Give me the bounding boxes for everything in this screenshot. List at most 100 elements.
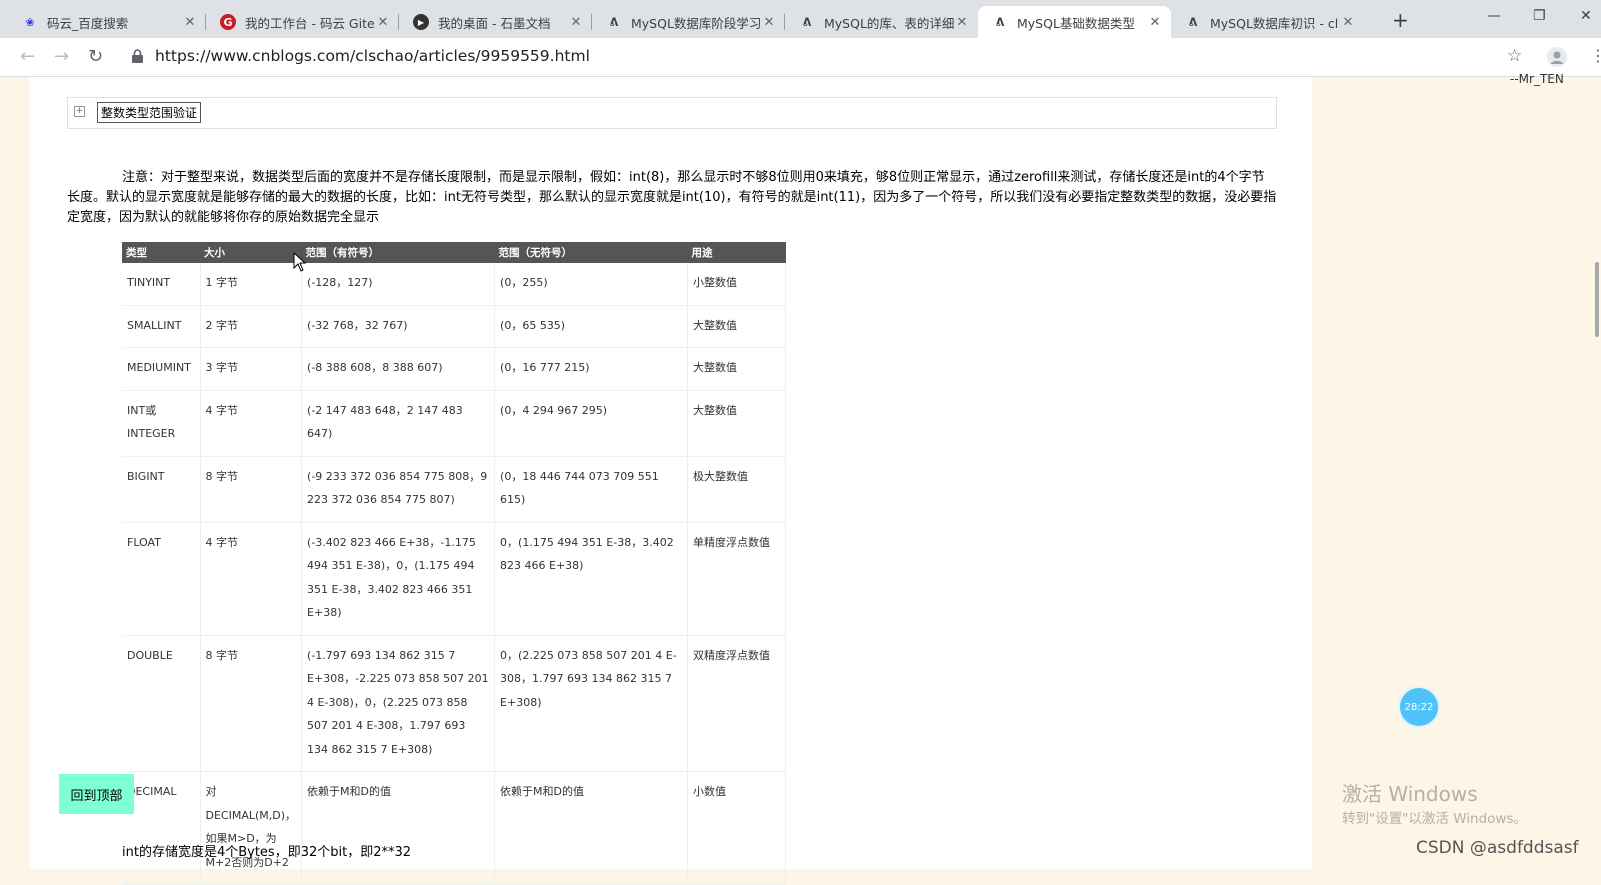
- integer-types-table: 类型 大小 范围（有符号） 范围（无符号） 用途 TINYINT 1 字节 (-…: [122, 242, 787, 885]
- url-path: /clschao/articles/9959559.html: [350, 47, 590, 65]
- table-cell: 单精度浮点数值: [687, 522, 787, 636]
- table-cell: 1 字节: [200, 263, 303, 306]
- profile-avatar-icon[interactable]: [1547, 47, 1567, 67]
- table-cell: (0，65 535): [494, 305, 689, 348]
- tab-strip: ❀ 码云_百度搜索 ✕ G 我的工作台 - 码云 Gitee ✕ ▶ 我的桌面 …: [0, 0, 1601, 38]
- menu-kebab-icon[interactable]: ⋮: [1590, 46, 1601, 65]
- tab-title: 码云_百度搜索: [47, 15, 129, 31]
- timer-badge[interactable]: 28:22: [1398, 686, 1440, 728]
- cnblogs-icon: ᕕ: [609, 15, 619, 29]
- table-cell: 2 字节: [200, 305, 303, 348]
- sidebar-author: --Mr_TEN: [1510, 72, 1564, 86]
- table-header-cell: 大小: [200, 242, 302, 263]
- table-cell: (-1.797 693 134 862 315 7 E+308，-2.225 0…: [301, 635, 496, 772]
- tab-baidu[interactable]: ❀ 码云_百度搜索 ✕: [8, 6, 206, 38]
- window-close-icon[interactable]: ✕: [1580, 8, 1592, 24]
- minimize-icon[interactable]: —: [1487, 8, 1501, 24]
- table-cell: (-9 233 372 036 854 775 808，9 223 372 03…: [301, 456, 496, 523]
- activate-windows-title: 激活 Windows: [1342, 782, 1478, 806]
- right-sidebar: [1312, 77, 1601, 869]
- reload-icon[interactable]: ↻: [88, 46, 103, 67]
- table-header-cell: 范围（有符号）: [301, 242, 495, 263]
- close-icon[interactable]: ✕: [375, 15, 391, 30]
- table-header-cell: 范围（无符号）: [494, 242, 688, 263]
- tab-mysql-stage[interactable]: ᕕ MySQL数据库阶段学习 ✕: [592, 6, 785, 38]
- tab-title: 我的桌面 - 石墨文档: [438, 15, 551, 31]
- table-row: BIGINT 8 字节 (-9 233 372 036 854 775 808，…: [122, 456, 787, 523]
- table-cell: DOUBLE: [122, 635, 201, 772]
- baidu-paw-icon: ❀: [25, 15, 35, 29]
- tab-shimo[interactable]: ▶ 我的桌面 - 石墨文档 ✕: [399, 6, 592, 38]
- cnblogs-icon: ᕕ: [1188, 15, 1198, 29]
- close-icon[interactable]: ✕: [761, 15, 777, 30]
- tab-gitee[interactable]: G 我的工作台 - 码云 Gitee ✕: [206, 6, 399, 38]
- table-cell: (-128，127): [301, 263, 496, 306]
- shimo-icon: ▶: [413, 14, 429, 30]
- table-cell: 4 字节: [200, 390, 303, 457]
- close-icon[interactable]: ✕: [1147, 15, 1163, 30]
- restore-icon[interactable]: ❐: [1533, 8, 1546, 24]
- table-cell: 0，(1.175 494 351 E-38，3.402 823 466 E+38…: [494, 522, 689, 636]
- expand-icon[interactable]: +: [74, 106, 85, 117]
- bookmark-star-icon[interactable]: ☆: [1507, 46, 1522, 66]
- tab-mysql-db-table[interactable]: ᕕ MySQL的库、表的详细 ✕: [785, 6, 978, 38]
- table-row: TINYINT 1 字节 (-128，127) (0，255) 小整数值: [122, 263, 787, 306]
- table-row: SMALLINT 2 字节 (-32 768，32 767) (0，65 535…: [122, 305, 787, 348]
- tab-title: MySQL的库、表的详细: [824, 15, 954, 31]
- table-row: DECIMAL 对DECIMAL(M,D)，如果M>D，为M+2否则为D+2 依…: [122, 771, 787, 885]
- table-row: MEDIUMINT 3 字节 (-8 388 608，8 388 607) (0…: [122, 347, 787, 391]
- scrollbar-thumb[interactable]: [1595, 262, 1599, 337]
- table-header-row: 类型 大小 范围（有符号） 范围（无符号） 用途: [122, 242, 786, 263]
- table-cell: (-3.402 823 466 E+38，-1.175 494 351 E-38…: [301, 522, 496, 636]
- table-row: DOUBLE 8 字节 (-1.797 693 134 862 315 7 E+…: [122, 635, 787, 772]
- collapsed-code-block[interactable]: + 整数类型范围验证: [67, 97, 1277, 129]
- address-bar[interactable]: https://www.cnblogs.com/clschao/articles…: [155, 47, 590, 65]
- new-tab-icon[interactable]: +: [1392, 8, 1409, 32]
- close-icon[interactable]: ✕: [568, 15, 584, 30]
- table-cell: (-32 768，32 767): [301, 305, 496, 348]
- table-cell: 3 字节: [200, 347, 303, 391]
- cnblogs-icon: ᕕ: [995, 15, 1005, 29]
- table-cell: 极大整数值: [687, 456, 787, 523]
- storage-width-text: int的存储宽度是4个Bytes，即32个bit，即2**32: [122, 845, 412, 860]
- table-cell: 对DECIMAL(M,D)，如果M>D，为M+2否则为D+2: [200, 771, 303, 885]
- table-cell: 小整数值: [687, 263, 787, 306]
- tab-title: MySQL数据库阶段学习: [631, 15, 761, 31]
- table-cell: (0，16 777 215): [494, 347, 689, 391]
- url-host: cnblogs.com: [252, 47, 351, 65]
- table-cell: INT或INTEGER: [122, 390, 201, 457]
- url-prefix: https://www.: [155, 47, 253, 65]
- table-cell: 0，(2.225 073 858 507 201 4 E-308，1.797 6…: [494, 635, 689, 772]
- back-icon[interactable]: ←: [20, 46, 35, 67]
- table-header-cell: 用途: [687, 242, 786, 263]
- tab-mysql-intro[interactable]: ᕕ MySQL数据库初识 - cl ✕: [1171, 6, 1364, 38]
- mouse-cursor-icon: [293, 252, 307, 272]
- tab-title: MySQL基础数据类型: [1017, 15, 1135, 31]
- gitee-icon: G: [220, 14, 236, 30]
- tab-title: 我的工作台 - 码云 Gitee: [245, 15, 375, 31]
- table-cell: 双精度浮点数值: [687, 635, 787, 772]
- cnblogs-icon: ᕕ: [802, 15, 812, 29]
- table-cell: 8 字节: [200, 635, 303, 772]
- table-cell: 依赖于M和D的值: [494, 771, 689, 885]
- table-row: INT或INTEGER 4 字节 (-2 147 483 648，2 147 4…: [122, 390, 787, 457]
- close-icon[interactable]: ✕: [954, 15, 970, 30]
- close-icon[interactable]: ✕: [1340, 15, 1356, 30]
- table-cell: 4 字节: [200, 522, 303, 636]
- table-cell: (-8 388 608，8 388 607): [301, 347, 496, 391]
- table-cell: 依赖于M和D的值: [301, 771, 496, 885]
- table-cell: 大整数值: [687, 305, 787, 348]
- close-icon[interactable]: ✕: [182, 15, 198, 30]
- tab-mysql-types[interactable]: ᕕ MySQL基础数据类型 ✕: [978, 6, 1171, 38]
- table-cell: 大整数值: [687, 347, 787, 391]
- table-cell: 大整数值: [687, 390, 787, 457]
- table-cell: 8 字节: [200, 456, 303, 523]
- back-to-top-button[interactable]: 回到顶部: [59, 774, 134, 814]
- table-cell: (0，4 294 967 295): [494, 390, 689, 457]
- table-header-cell: 类型: [122, 242, 200, 263]
- table-cell: MEDIUMINT: [122, 347, 201, 391]
- browser-toolbar: ← → ↻ https://www.cnblogs.com/clschao/ar…: [0, 38, 1601, 77]
- table-cell: (-2 147 483 648，2 147 483 647): [301, 390, 496, 457]
- code-block-title: 整数类型范围验证: [97, 102, 202, 123]
- forward-icon[interactable]: →: [54, 46, 69, 67]
